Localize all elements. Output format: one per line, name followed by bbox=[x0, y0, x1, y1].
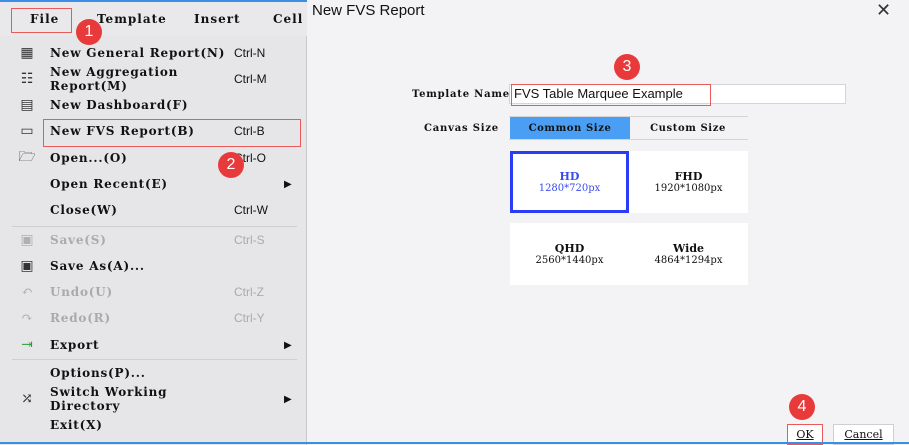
size-card-hd[interactable]: HD 1280*720px bbox=[510, 151, 629, 213]
save-icon: ▣ bbox=[20, 232, 34, 248]
menu-item[interactable]: ⇥ Export ▶ bbox=[10, 332, 300, 358]
close-icon[interactable]: ✕ bbox=[876, 0, 891, 21]
fvs-highlight bbox=[43, 119, 301, 147]
menu-item[interactable]: ▤ New Dashboard(F) bbox=[10, 92, 300, 118]
menu-item[interactable]: ↶ Undo(U) Ctrl-Z bbox=[10, 279, 300, 305]
template-name-label: Template Name bbox=[412, 89, 510, 100]
menu-cell[interactable]: Cell bbox=[273, 12, 303, 26]
tab-common-size[interactable]: Common Size bbox=[510, 117, 630, 139]
size-dims: 1280*720px bbox=[538, 183, 601, 194]
file-highlight bbox=[11, 8, 72, 33]
menu-item-shortcut: Ctrl-Y bbox=[234, 311, 265, 325]
submenu-arrow-icon: ▶ bbox=[284, 178, 292, 190]
dashboard-icon: ▤ bbox=[20, 97, 34, 113]
canvas-size-label: Canvas Size bbox=[424, 123, 499, 134]
redo-icon: ↷ bbox=[21, 310, 33, 326]
menu-item-shortcut: Ctrl-M bbox=[234, 72, 267, 86]
menu-item[interactable]: Options(P)... bbox=[10, 360, 300, 386]
menu-separator bbox=[12, 359, 297, 360]
size-name: HD bbox=[559, 170, 580, 183]
size-card-wide[interactable]: Wide 4864*1294px bbox=[629, 223, 748, 285]
step-badge-3: 3 bbox=[614, 54, 640, 80]
size-dims: 2560*1440px bbox=[535, 255, 604, 266]
menu-item[interactable]: Close(W) Ctrl-W bbox=[10, 197, 300, 223]
shuffle-icon: ⤮ bbox=[21, 391, 33, 407]
aggregation-report-icon: ☷ bbox=[20, 71, 34, 87]
blank-icon bbox=[16, 201, 38, 219]
size-name: FHD bbox=[674, 170, 703, 183]
blank-icon bbox=[16, 364, 38, 382]
menu-item[interactable]: ▦ New General Report(N) Ctrl-N bbox=[10, 40, 300, 66]
export-icon: ⇥ bbox=[21, 337, 33, 353]
size-card-fhd[interactable]: FHD 1920*1080px bbox=[629, 151, 748, 213]
menu-item-label: Save As(A)... bbox=[50, 259, 145, 273]
menu-item-shortcut: Ctrl-N bbox=[234, 46, 266, 60]
size-name: QHD bbox=[554, 242, 585, 255]
menu-item-label: Exit(X) bbox=[50, 418, 103, 432]
menu-item-label: Undo(U) bbox=[50, 285, 114, 299]
menu-item-label: Export bbox=[50, 338, 100, 352]
menu-item-label: Close(W) bbox=[50, 203, 118, 217]
menu-item-shortcut: Ctrl-S bbox=[234, 233, 265, 247]
menu-item[interactable]: Open Recent(E) ▶ bbox=[10, 171, 300, 197]
blank-icon bbox=[16, 416, 38, 434]
menu-item-label: Switch Working Directory bbox=[50, 385, 168, 413]
save-as-icon: ▣ bbox=[20, 258, 34, 274]
size-dims: 4864*1294px bbox=[654, 255, 723, 266]
menu-item[interactable]: ▣ Save(S) Ctrl-S bbox=[10, 227, 300, 253]
grid-report-icon: ▦ bbox=[20, 45, 34, 61]
size-card-qhd[interactable]: QHD 2560*1440px bbox=[510, 223, 629, 285]
name-highlight bbox=[511, 84, 711, 106]
menu-item-label: New Aggregation Report(M) bbox=[50, 65, 179, 93]
submenu-arrow-icon: ▶ bbox=[284, 393, 292, 405]
step-badge-2: 2 bbox=[218, 152, 244, 178]
blank-icon bbox=[16, 175, 38, 193]
size-dims: 1920*1080px bbox=[654, 183, 723, 194]
size-name: Wide bbox=[672, 242, 705, 255]
undo-icon: ↶ bbox=[21, 284, 33, 300]
menu-item[interactable]: ⤮ Switch Working Directory ▶ bbox=[10, 385, 300, 413]
menu-item[interactable]: ↷ Redo(R) Ctrl-Y bbox=[10, 305, 300, 331]
menu-item-shortcut: Ctrl-W bbox=[234, 203, 268, 217]
menu-item-label: Save(S) bbox=[50, 233, 107, 247]
submenu-arrow-icon: ▶ bbox=[284, 339, 292, 351]
menu-item-label: Open...(O) bbox=[50, 151, 128, 165]
file-menu-panel: File Template Insert Cell ▦ New General R… bbox=[0, 0, 307, 445]
menu-template[interactable]: Template bbox=[97, 12, 167, 26]
menu-item[interactable]: ▣ Save As(A)... bbox=[10, 253, 300, 279]
menu-item-shortcut: Ctrl-Z bbox=[234, 285, 264, 299]
menu-item-label: New Dashboard(F) bbox=[50, 98, 189, 112]
monitor-icon: ▭ bbox=[20, 123, 34, 139]
menu-item[interactable]: 🗁 Open...(O) Ctrl-O bbox=[10, 145, 300, 171]
tab-custom-size[interactable]: Custom Size bbox=[628, 117, 748, 139]
menu-insert[interactable]: Insert bbox=[194, 12, 241, 26]
menu-separator bbox=[12, 226, 297, 227]
menu-item-label: Open Recent(E) bbox=[50, 177, 168, 191]
step-badge-1: 1 bbox=[76, 19, 102, 45]
menu-item-label: New General Report(N) bbox=[50, 46, 226, 60]
dialog-title: New FVS Report bbox=[312, 2, 425, 19]
menu-item-label: Redo(R) bbox=[50, 311, 111, 325]
folder-open-icon: 🗁 bbox=[18, 149, 36, 165]
menu-item-label: Options(P)... bbox=[50, 366, 146, 380]
menu-item[interactable]: ☷ New Aggregation Report(M) Ctrl-M bbox=[10, 65, 300, 93]
menu-item[interactable]: Exit(X) bbox=[10, 412, 300, 438]
step-badge-4: 4 bbox=[789, 394, 815, 420]
